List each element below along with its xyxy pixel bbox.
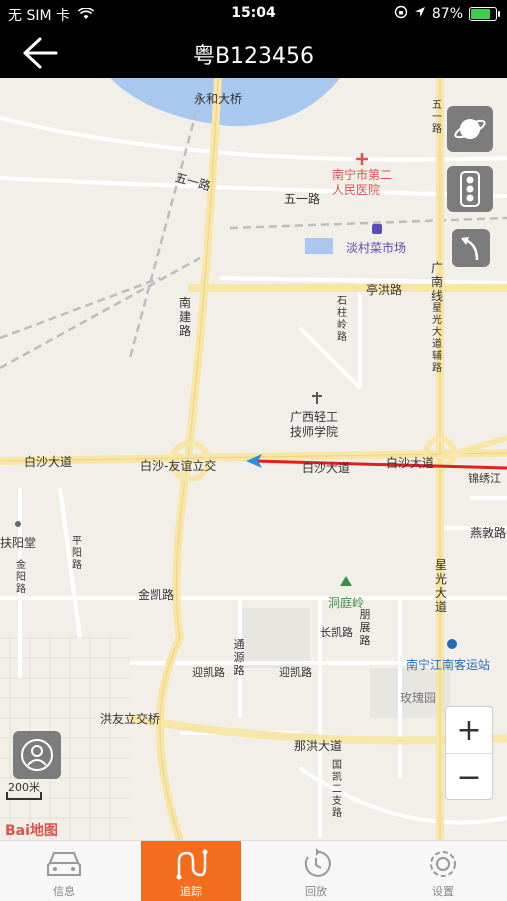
zoom-in-button[interactable]: +	[446, 707, 492, 754]
map-label-baisha-ave-3: 白沙大道	[386, 456, 435, 470]
map-label-baisha-ave-1: 白沙大道	[24, 455, 73, 469]
map-label-yanjiao-road: 燕敦路	[470, 526, 507, 540]
track-icon	[176, 849, 208, 880]
gear-icon	[430, 851, 456, 877]
traffic-light-icon	[460, 171, 480, 207]
map-label-jinjiang: 锦绣江	[468, 472, 501, 485]
map-label-interchange: 白沙-友谊立交	[140, 459, 217, 473]
map-view[interactable]: 永和大桥 南宁市第二 人民医院 五一路 五一路 淡村菜市场 亭洪路 广南线 星光…	[0, 78, 507, 840]
locate-person-button[interactable]	[13, 731, 61, 779]
map-scale-bar	[6, 792, 42, 800]
map-label-jinyang-road: 金阳路	[16, 560, 26, 595]
map-label-yingkai-road-1: 迎凯路	[192, 666, 225, 679]
page-title: 粤B123456	[192, 44, 315, 69]
map-label-school: 广西轻工 技师学院	[290, 410, 339, 439]
map-label-bridge: 永和大桥	[194, 92, 243, 106]
tab-bar: 信息 追踪 回放 设置	[0, 840, 507, 901]
tab-settings[interactable]: 设置	[393, 841, 493, 901]
tab-track-label: 追踪	[180, 885, 202, 898]
route-line	[251, 459, 507, 470]
turn-arrow-icon	[461, 237, 479, 261]
status-right: 87%	[394, 5, 500, 23]
replay-icon	[304, 848, 331, 877]
map-label-naxiang-ave: 那洪大道	[294, 739, 343, 753]
tab-replay-label: 回放	[305, 885, 327, 898]
tab-replay[interactable]: 回放	[266, 841, 366, 901]
map-label-tinghong-road: 亭洪路	[366, 283, 403, 297]
zoom-control: + −	[445, 706, 493, 800]
map-label-guangnan-line: 广南线	[430, 261, 443, 303]
map-label-shizhu-road: 石柱岭路	[337, 296, 347, 343]
map-label-nanjian-road: 南建路	[178, 296, 191, 338]
map-label-bus-station: 南宁江南客运站	[406, 658, 491, 672]
map-label-wuyi-road-2: 五一路	[284, 192, 321, 206]
location-arrow-icon	[414, 6, 426, 22]
map-label-xingguang-aux: 星光大道辅路	[432, 303, 442, 374]
status-bar: 无 SIM 卡 15:04 87%	[0, 0, 507, 28]
tab-info[interactable]: 信息	[14, 841, 114, 901]
map-label-yingkai-road-2: 迎凯路	[279, 666, 312, 679]
map-label-wuyi-road-vertical: 五一路	[432, 100, 442, 135]
map-label-meiguiyuan: 玫瑰园	[400, 691, 437, 705]
battery-icon	[469, 7, 500, 21]
map-label-pengzhan-road: 朋展路	[359, 608, 371, 647]
tab-info-label: 信息	[53, 885, 75, 898]
map-label-guokai-road: 国凯二支路	[332, 760, 342, 819]
person-icon	[21, 739, 53, 771]
baidu-map-logo: Bai地图	[5, 823, 58, 839]
map-label-market: 淡村菜市场	[346, 241, 407, 255]
tab-settings-label: 设置	[432, 885, 454, 898]
map-label-changkai-road: 长凯路	[320, 626, 353, 639]
navigate-button[interactable]	[452, 229, 490, 267]
tab-track[interactable]: 追踪	[141, 841, 241, 901]
map-label-hongyou-interchange: 洪友立交桥	[100, 712, 161, 726]
traffic-button[interactable]	[447, 166, 493, 212]
planet-icon	[454, 119, 486, 139]
battery-percent: 87%	[431, 6, 463, 22]
map-label-fuyangtang: 扶阳堂	[0, 536, 37, 550]
map-label-jinkai-road: 金凯路	[138, 588, 175, 602]
map-label-xingguang-ave: 星光大道	[434, 558, 447, 614]
map-layer-button[interactable]	[447, 106, 493, 152]
map-label-baisha-ave-2: 白沙大道	[302, 461, 351, 475]
map-label-tongyuan-road: 通源路	[233, 638, 245, 677]
nav-bar: 粤B123456	[0, 28, 507, 78]
zoom-out-button[interactable]: −	[446, 754, 492, 800]
rotation-lock-icon	[394, 5, 408, 23]
car-icon	[47, 852, 81, 876]
map-label-pingyang-road: 平阳路	[72, 536, 82, 571]
map-label-hospital: 南宁市第二 人民医院	[332, 168, 393, 197]
